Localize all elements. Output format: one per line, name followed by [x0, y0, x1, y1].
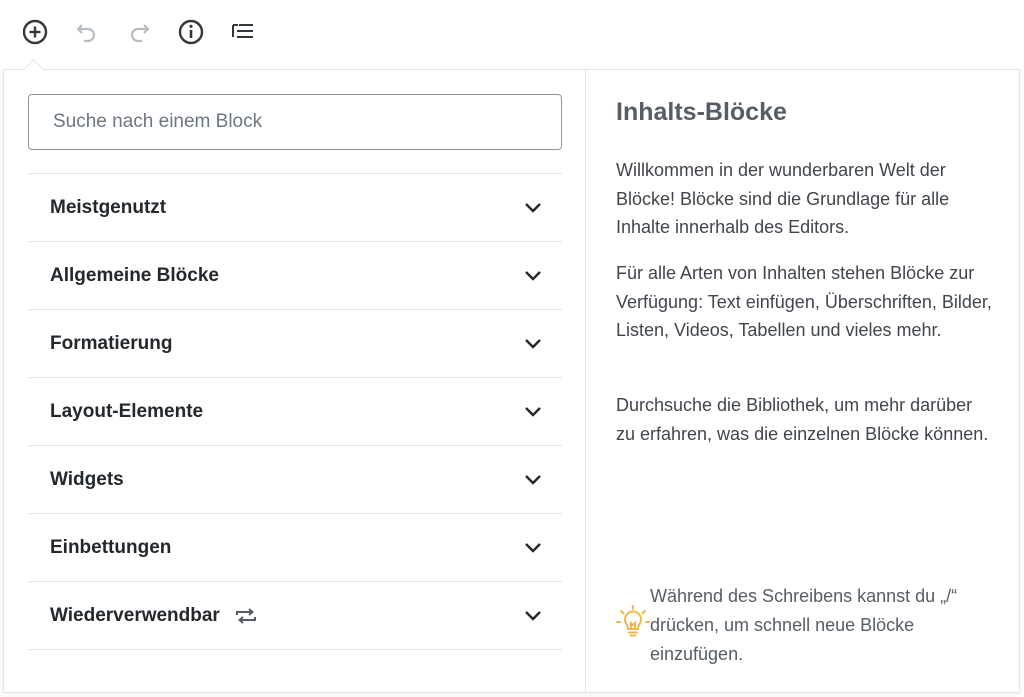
add-block-button[interactable]: [17, 14, 53, 50]
category-label: Einbettungen: [50, 536, 172, 558]
category-wiederverwendbar[interactable]: Wiederverwendbar: [28, 582, 562, 650]
category-meistgenutzt[interactable]: Meistgenutzt: [28, 174, 562, 242]
chevron-down-icon: [524, 474, 542, 486]
inserter-help-panel: Inhalts-Blöcke Willkommen in der wunderb…: [586, 70, 1019, 692]
category-label: Formatierung: [50, 332, 173, 354]
chevron-down-icon: [524, 610, 542, 622]
redo-icon: [130, 24, 150, 43]
lightbulb-icon: [616, 582, 650, 643]
category-label: Layout-Elemente: [50, 400, 204, 422]
category-einbettungen[interactable]: Einbettungen: [28, 514, 562, 582]
category-label: Wiederverwendbar: [50, 604, 220, 626]
block-navigation-button[interactable]: [225, 14, 261, 50]
redo-button[interactable]: [121, 14, 157, 50]
chevron-down-icon: [524, 406, 542, 418]
chevron-down-icon: [524, 338, 542, 350]
block-inserter-popover: Meistgenutzt Allgemeine Blöcke Formatier…: [3, 69, 1020, 693]
add-block-icon: [22, 19, 48, 45]
block-navigation-icon: [232, 24, 253, 38]
chevron-down-icon: [524, 270, 542, 282]
info-button[interactable]: [173, 14, 209, 50]
block-search-input[interactable]: [28, 94, 562, 150]
chevron-down-icon: [524, 542, 542, 554]
help-paragraph: Für alle Arten von Inhalten stehen Blöck…: [616, 263, 992, 340]
category-list: Meistgenutzt Allgemeine Blöcke Formatier…: [28, 173, 562, 650]
category-layout-elemente[interactable]: Layout-Elemente: [28, 378, 562, 446]
category-formatierung[interactable]: Formatierung: [28, 310, 562, 378]
help-tip: Während des Schreibens kannst du „/“ drü…: [616, 582, 991, 669]
help-paragraph: Durchsuche die Bibliothek, um mehr darüb…: [616, 395, 989, 444]
chevron-down-icon: [524, 202, 542, 214]
help-title: Inhalts-Blöcke: [616, 98, 787, 126]
help-paragraph: Willkommen in der wunderbaren Welt der B…: [616, 160, 950, 237]
reusable-icon: [234, 607, 258, 625]
undo-button[interactable]: [69, 14, 105, 50]
info-icon: [178, 19, 204, 45]
category-widgets[interactable]: Widgets: [28, 446, 562, 514]
category-label: Allgemeine Blöcke: [50, 264, 219, 286]
inserter-main: Meistgenutzt Allgemeine Blöcke Formatier…: [4, 70, 586, 692]
editor-toolbar: [0, 0, 1024, 62]
category-label: Widgets: [50, 468, 124, 490]
category-allgemeine-bloecke[interactable]: Allgemeine Blöcke: [28, 242, 562, 310]
help-tip-text: Während des Schreibens kannst du „/“ drü…: [650, 586, 958, 664]
undo-icon: [76, 24, 96, 43]
category-label: Meistgenutzt: [50, 196, 167, 218]
